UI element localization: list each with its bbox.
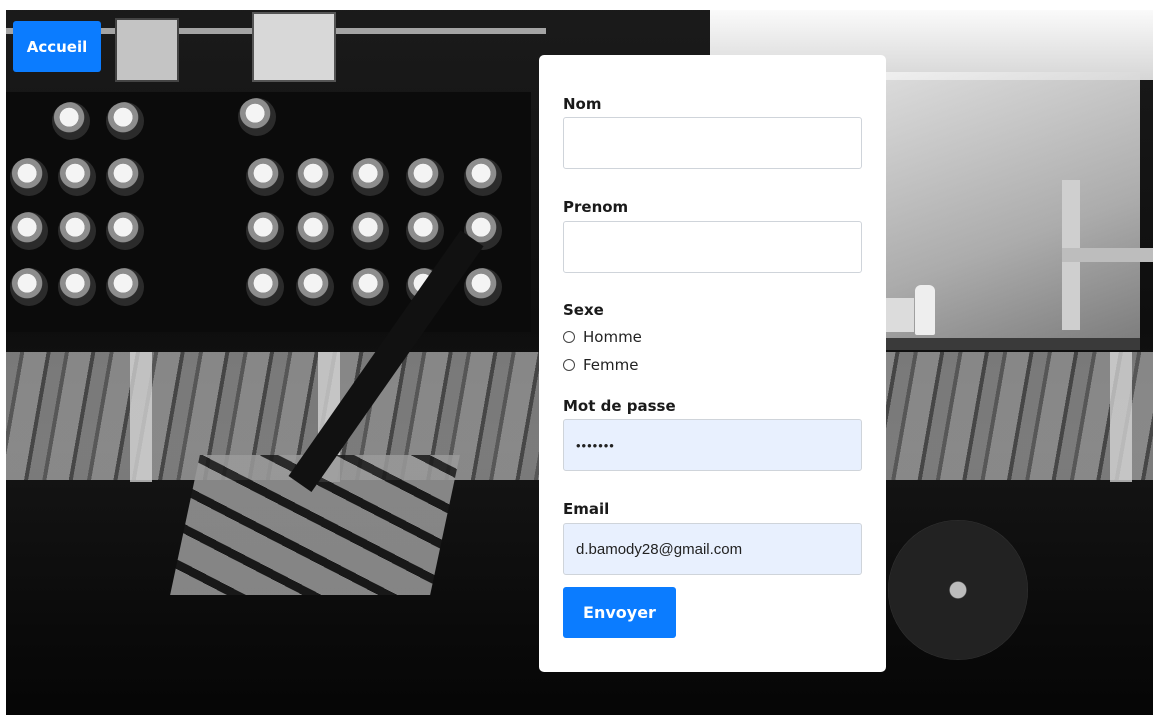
nom-input[interactable] — [563, 117, 862, 169]
email-label: Email — [563, 500, 610, 518]
radio-homme-label: Homme — [583, 328, 642, 346]
weight-plate — [888, 520, 1028, 660]
radio-femme-label: Femme — [583, 356, 639, 374]
radio-homme[interactable]: Homme — [563, 328, 642, 346]
password-label: Mot de passe — [563, 397, 676, 415]
nom-label: Nom — [563, 95, 602, 113]
home-button[interactable]: Accueil — [13, 21, 101, 72]
sexe-label: Sexe — [563, 301, 604, 319]
password-input[interactable] — [563, 419, 862, 471]
registration-form: Nom Prenom Sexe Homme Femme Mot de passe… — [539, 55, 886, 672]
prenom-label: Prenom — [563, 198, 629, 216]
radio-femme[interactable]: Femme — [563, 356, 639, 374]
email-input[interactable] — [563, 523, 862, 575]
electric-meter-board — [6, 92, 531, 332]
submit-button[interactable]: Envoyer — [563, 587, 676, 638]
radio-homme-circle[interactable] — [563, 331, 575, 343]
radio-femme-circle[interactable] — [563, 359, 575, 371]
prenom-input[interactable] — [563, 221, 862, 273]
